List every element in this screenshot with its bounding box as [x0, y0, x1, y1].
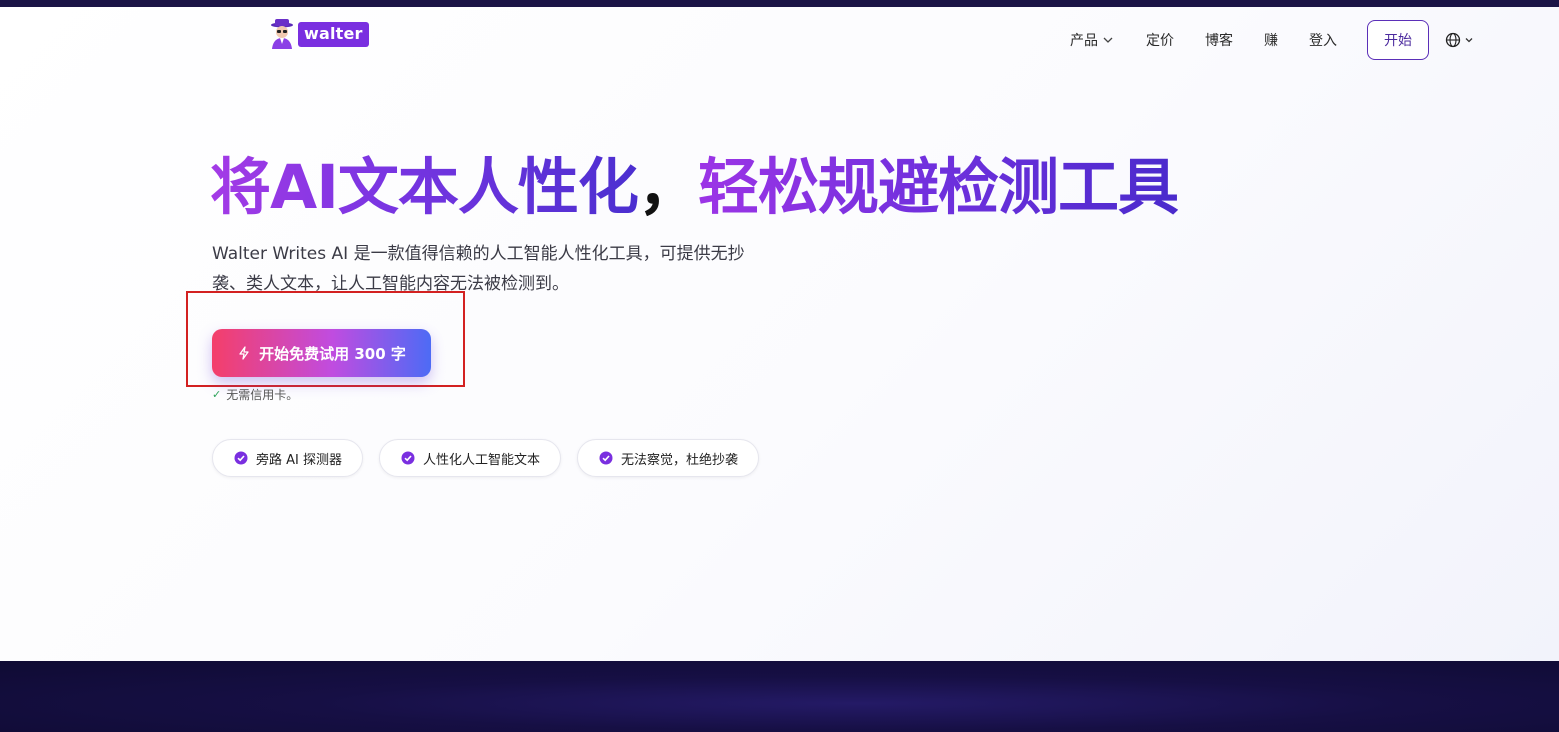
nav-pricing[interactable]: 定价 — [1146, 30, 1174, 50]
language-selector[interactable] — [1445, 32, 1475, 48]
start-button[interactable]: 开始 — [1367, 20, 1429, 60]
hero-title-part2: 轻松规避检测工具 — [697, 152, 1179, 223]
hero-description: Walter Writes AI 是一款值得信赖的人工智能人性化工具，可提供无抄… — [212, 244, 745, 294]
chevron-down-icon — [1103, 37, 1113, 43]
chevron-down-icon — [1465, 38, 1473, 43]
check-icon: ✓ — [212, 388, 222, 401]
mascot-icon — [271, 19, 293, 49]
start-free-trial-button[interactable]: 开始免费试用 300 字 — [212, 329, 431, 377]
feature-label: 无法察觉，杜绝抄袭 — [621, 452, 739, 468]
hero-title-comma: ， — [637, 152, 699, 223]
feature-label: 旁路 AI 探测器 — [256, 452, 342, 468]
feature-label: 人性化人工智能文本 — [423, 452, 541, 468]
no-credit-card-text: 无需信用卡。 — [226, 388, 299, 402]
feature-pill: 旁路 AI 探测器 — [212, 439, 363, 477]
feature-pills: 旁路 AI 探测器 人性化人工智能文本 无法察觉，杜绝抄袭 — [212, 439, 760, 477]
globe-icon — [1445, 32, 1461, 48]
feature-pill: 无法察觉，杜绝抄袭 — [577, 439, 760, 477]
check-badge-icon — [599, 451, 613, 465]
nav-earn[interactable]: 赚 — [1264, 30, 1278, 50]
top-strip — [0, 0, 1559, 7]
nav-login[interactable]: 登入 — [1309, 30, 1337, 50]
check-badge-icon — [234, 451, 248, 465]
nav-login-label: 登入 — [1309, 33, 1337, 49]
feature-pill: 人性化人工智能文本 — [379, 439, 562, 477]
footer-band — [0, 661, 1559, 732]
no-credit-card-note: ✓ 无需信用卡。 — [212, 386, 298, 403]
nav-products[interactable]: 产品 — [1070, 30, 1114, 50]
check-badge-icon — [401, 451, 415, 465]
hero-title-part1: 将AI文本人性化 — [210, 152, 639, 223]
start-free-trial-label: 开始免费试用 300 字 — [259, 344, 406, 363]
nav-blog[interactable]: 博客 — [1205, 30, 1233, 50]
nav-blog-label: 博客 — [1205, 33, 1233, 49]
lightning-icon — [239, 346, 249, 360]
nav-earn-label: 赚 — [1264, 33, 1278, 49]
nav-pricing-label: 定价 — [1146, 33, 1174, 49]
nav-products-label: 产品 — [1070, 33, 1098, 49]
logo-wordmark: walter — [298, 21, 369, 47]
hero-title: 将AI文本人性化，轻松规避检测工具 — [210, 150, 1179, 226]
logo[interactable]: walter — [268, 18, 369, 50]
top-nav: 产品 定价 博客 赚 登入 开始 — [1070, 20, 1475, 60]
